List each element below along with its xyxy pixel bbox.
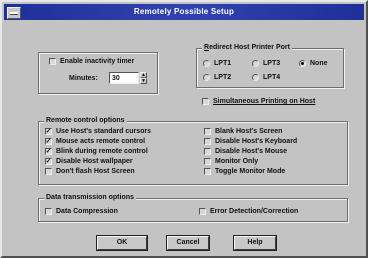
disable-keyboard-label: Disable Host's Keyboard [215, 138, 298, 145]
checkbox-disable-mouse[interactable]: Disable Host's Mouse [204, 148, 287, 155]
radio-none[interactable]: None [299, 60, 328, 67]
checkbox-box: ✓ [45, 128, 52, 135]
printer-port-group: Redirect Host Printer Port LPT1 LPT3 Non… [196, 44, 344, 88]
inactivity-group: Enable inactivity timer Minutes: 30 ▲ ▼ [38, 52, 158, 94]
checkbox-blank-screen[interactable]: Blank Host's Screen [204, 128, 282, 135]
radio-lpt3[interactable]: LPT3 [252, 60, 280, 67]
checkbox-data-compression[interactable]: Data Compression [45, 208, 118, 215]
radio-lpt1[interactable]: LPT1 [203, 60, 231, 67]
radio-selected-icon [299, 60, 306, 67]
disable-wallpaper-label: Disable Host wallpaper [56, 158, 133, 165]
checkbox-box: ✓ [45, 138, 52, 145]
data-transmission-group: Data transmission options Data Compressi… [38, 194, 348, 222]
minutes-stepper[interactable]: ▲ ▼ [140, 72, 147, 84]
checkbox-blink[interactable]: ✓ Blink during remote control [45, 148, 148, 155]
radio-lpt2[interactable]: LPT2 [203, 74, 231, 81]
simultaneous-printing-checkbox[interactable]: Simultaneous Printing on Host [202, 98, 315, 105]
checkbox-box: ✓ [45, 148, 52, 155]
spin-down-icon[interactable]: ▼ [140, 78, 147, 84]
checkbox-box [49, 58, 56, 65]
checkbox-standard-cursors[interactable]: ✓ Use Host's standard cursors [45, 128, 151, 135]
radio-lpt2-label: LPT2 [214, 74, 232, 81]
minutes-input[interactable]: 30 [109, 72, 139, 84]
checkbox-error-detection[interactable]: Error Detection/Correction [199, 208, 298, 215]
checkbox-box [45, 168, 52, 175]
radio-lpt1-label: LPT1 [214, 60, 232, 67]
checkbox-box [204, 168, 211, 175]
remote-control-group: Remote control options ✓ Use Host's stan… [38, 117, 348, 185]
data-compression-label: Data Compression [56, 208, 118, 215]
checkbox-toggle-monitor[interactable]: Toggle Monitor Mode [204, 168, 285, 175]
checkbox-box: ✓ [45, 158, 52, 165]
remote-control-title: Remote control options [44, 117, 127, 124]
blink-label: Blink during remote control [56, 148, 148, 155]
mouse-remote-label: Mouse acts remote control [56, 138, 146, 145]
checkbox-monitor-only[interactable]: Monitor Only [204, 158, 258, 165]
minutes-label: Minutes: [69, 75, 98, 82]
help-button[interactable]: Help [234, 236, 276, 250]
checkbox-dont-flash[interactable]: Don't flash Host Screen [45, 168, 135, 175]
printer-port-title: Redirect Host Printer Port [202, 44, 292, 51]
enable-inactivity-checkbox[interactable]: Enable inactivity timer [49, 58, 134, 65]
checkbox-box [45, 208, 52, 215]
checkbox-mouse-remote[interactable]: ✓ Mouse acts remote control [45, 138, 145, 145]
window-title: Remotely Possible Setup [133, 7, 235, 16]
radio-lpt4-label: LPT4 [263, 74, 281, 81]
setup-dialog: Remotely Possible Setup Enable inactivit… [0, 0, 368, 258]
disable-mouse-label: Disable Host's Mouse [215, 148, 288, 155]
standard-cursors-label: Use Host's standard cursors [56, 128, 152, 135]
radio-lpt3-label: LPT3 [263, 60, 281, 67]
radio-lpt4[interactable]: LPT4 [252, 74, 280, 81]
checkbox-box [204, 138, 211, 145]
radio-icon [252, 74, 259, 81]
checkbox-disable-keyboard[interactable]: Disable Host's Keyboard [204, 138, 297, 145]
checkbox-disable-wallpaper[interactable]: ✓ Disable Host wallpaper [45, 158, 133, 165]
monitor-only-label: Monitor Only [215, 158, 259, 165]
checkbox-box [202, 98, 209, 105]
checkbox-box [204, 128, 211, 135]
radio-icon [203, 74, 210, 81]
enable-inactivity-label: Enable inactivity timer [60, 58, 135, 65]
dont-flash-label: Don't flash Host Screen [56, 168, 135, 175]
data-transmission-title: Data transmission options [44, 194, 136, 201]
radio-icon [203, 60, 210, 67]
checkbox-box [199, 208, 206, 215]
error-detection-label: Error Detection/Correction [210, 208, 299, 215]
toggle-monitor-label: Toggle Monitor Mode [215, 168, 286, 175]
blank-screen-label: Blank Host's Screen [215, 128, 283, 135]
simultaneous-printing-label: Simultaneous Printing on Host [213, 98, 316, 105]
title-bar: Remotely Possible Setup [4, 4, 364, 20]
cancel-button[interactable]: Cancel [167, 236, 209, 250]
radio-icon [252, 60, 259, 67]
ok-button[interactable]: OK [97, 236, 147, 250]
radio-none-label: None [310, 60, 328, 67]
checkbox-box [204, 158, 211, 165]
checkbox-box [204, 148, 211, 155]
